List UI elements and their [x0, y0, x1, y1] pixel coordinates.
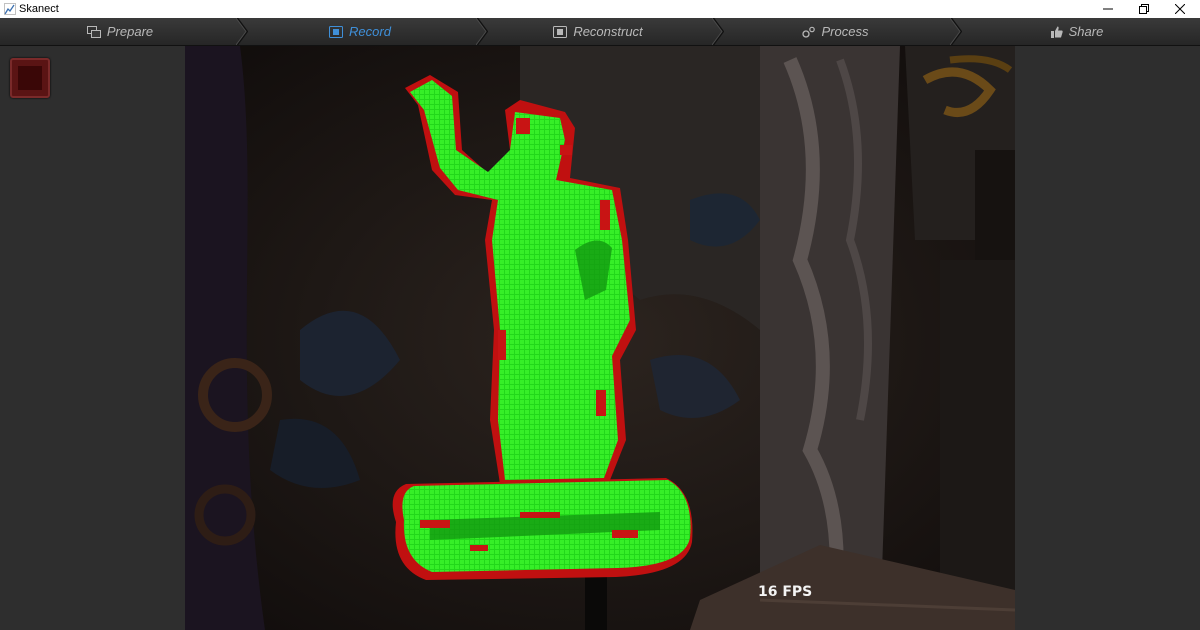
restore-icon	[1139, 4, 1149, 14]
skanect-app-icon	[4, 3, 16, 15]
workflow-tabs: Prepare Record Reconstruct Process Share	[0, 18, 1200, 46]
tab-label: Record	[349, 24, 391, 39]
tab-record[interactable]: Record	[240, 18, 480, 45]
minimize-button[interactable]	[1090, 0, 1126, 18]
right-panel	[1015, 46, 1200, 630]
scan-viewport[interactable]: 16 FPS	[185, 46, 1015, 630]
tab-share[interactable]: Share	[954, 18, 1200, 45]
tab-process[interactable]: Process	[716, 18, 954, 45]
camera-feed	[185, 46, 1015, 630]
prepare-icon	[86, 25, 101, 38]
record-icon	[329, 25, 344, 38]
window-title: Skanect	[19, 3, 59, 15]
tab-reconstruct[interactable]: Reconstruct	[480, 18, 716, 45]
minimize-icon	[1103, 8, 1113, 10]
reconstruct-icon	[553, 25, 568, 38]
process-icon	[801, 26, 815, 38]
stop-recording-button[interactable]	[10, 58, 50, 98]
fps-counter: 16 FPS	[758, 584, 813, 600]
tab-label: Prepare	[106, 24, 154, 39]
close-icon	[1175, 4, 1185, 14]
restore-button[interactable]	[1126, 0, 1162, 18]
tab-label: Share	[1068, 24, 1104, 39]
tab-prepare[interactable]: Prepare	[0, 18, 240, 45]
tab-label: Process	[821, 24, 869, 39]
title-bar: Skanect	[0, 0, 1200, 18]
thumbs-up-icon	[1050, 26, 1063, 38]
stop-icon	[18, 66, 42, 90]
tab-label: Reconstruct	[573, 24, 643, 39]
left-panel	[0, 46, 185, 630]
close-button[interactable]	[1162, 0, 1198, 18]
